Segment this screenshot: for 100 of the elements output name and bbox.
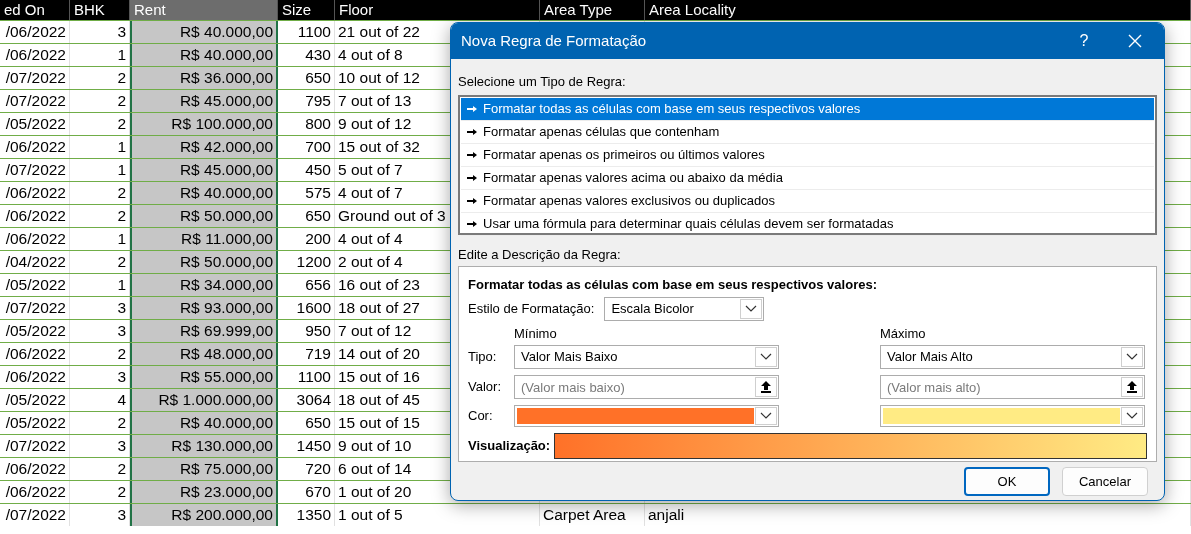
rule-type-item[interactable]: Formatar apenas valores acima ou abaixo da média (461, 167, 1154, 190)
value-input[interactable]: (Valor mais alto) (880, 375, 1145, 399)
chevron-down-icon (1126, 352, 1138, 361)
arrow-bullet-icon (467, 106, 477, 112)
type-dropdown[interactable]: Valor Mais Baixo (514, 344, 779, 369)
table-cell: 1350 (278, 504, 335, 526)
type-dropdown[interactable]: Valor Mais Alto (880, 344, 1145, 369)
table-cell: R$ 40.000,00 (130, 21, 278, 43)
table-cell: 430 (278, 44, 335, 66)
table-cell: R$ 130.000,00 (130, 435, 278, 457)
field-label: Tipo: (468, 347, 498, 366)
close-icon (1128, 34, 1142, 48)
table-cell: R$ 45.000,00 (130, 90, 278, 112)
arrow-bullet-icon (467, 198, 477, 204)
table-cell: R$ 36.000,00 (130, 67, 278, 89)
table-cell: R$ 100.000,00 (130, 113, 278, 135)
dialog-button[interactable]: OK (964, 467, 1050, 496)
table-cell: /05/2022 (0, 389, 70, 411)
arrow-bullet-icon (467, 129, 477, 135)
table-cell: /04/2022 (0, 251, 70, 273)
table-cell: 720 (278, 458, 335, 480)
table-cell: R$ 1.000.000,00 (130, 389, 278, 411)
table-cell: /05/2022 (0, 412, 70, 434)
table-cell: R$ 48.000,00 (130, 343, 278, 365)
table-cell: 1200 (278, 251, 335, 273)
table-cell: /06/2022 (0, 481, 70, 503)
table-cell: /07/2022 (0, 297, 70, 319)
chevron-down-icon (745, 304, 758, 313)
value-input[interactable]: (Valor mais baixo) (514, 375, 779, 399)
table-cell: R$ 40.000,00 (130, 182, 278, 204)
table-cell: /06/2022 (0, 366, 70, 388)
dialog-button[interactable]: Cancelar (1062, 467, 1148, 496)
table-cell: /06/2022 (0, 228, 70, 250)
table-cell: R$ 93.000,00 (130, 297, 278, 319)
table-cell: 650 (278, 67, 335, 89)
arrow-bullet-icon (467, 175, 477, 181)
column-heading: Máximo (880, 324, 927, 343)
table-cell: /07/2022 (0, 90, 70, 112)
table-cell: R$ 50.000,00 (130, 251, 278, 273)
upload-arrow-icon (761, 380, 771, 393)
table-cell: /05/2022 (0, 320, 70, 342)
column-header[interactable]: Rent (130, 0, 278, 20)
table-cell: 795 (278, 90, 335, 112)
table-cell: R$ 23.000,00 (130, 481, 278, 503)
table-cell: R$ 11.000,00 (130, 228, 278, 250)
table-cell: /05/2022 (0, 113, 70, 135)
table-cell: /07/2022 (0, 159, 70, 181)
table-cell: 700 (278, 136, 335, 158)
table-cell: R$ 40.000,00 (130, 412, 278, 434)
table-cell: R$ 55.000,00 (130, 366, 278, 388)
table-cell: /07/2022 (0, 435, 70, 457)
arrow-bullet-icon (467, 152, 477, 158)
rule-type-item[interactable]: Formatar apenas os primeiros ou últimos valores (461, 144, 1154, 167)
table-cell: 200 (278, 228, 335, 250)
table-cell: R$ 69.999,00 (130, 320, 278, 342)
table-cell: /06/2022 (0, 21, 70, 43)
table-cell: R$ 40.000,00 (130, 44, 278, 66)
table-cell: 1 out of 5 (335, 504, 540, 526)
table-cell: /05/2022 (0, 274, 70, 296)
arrow-bullet-icon (467, 221, 477, 227)
table-cell: 450 (278, 159, 335, 181)
range-select-button[interactable] (755, 376, 777, 397)
table-cell: R$ 42.000,00 (130, 136, 278, 158)
table-cell: 656 (278, 274, 335, 296)
table-cell: R$ 45.000,00 (130, 159, 278, 181)
chevron-down-icon (760, 411, 772, 420)
style-dropdown[interactable]: Escala Bicolor (604, 296, 765, 321)
table-cell: 1450 (278, 435, 335, 457)
table-cell: /06/2022 (0, 458, 70, 480)
table-cell: 575 (278, 182, 335, 204)
rule-type-item[interactable]: Formatar apenas células que contenham (461, 121, 1154, 144)
table-cell: 650 (278, 205, 335, 227)
chevron-down-icon (760, 352, 772, 361)
table-cell: 950 (278, 320, 335, 342)
table-cell: R$ 75.000,00 (130, 458, 278, 480)
table-cell: /06/2022 (0, 136, 70, 158)
table-cell: /06/2022 (0, 343, 70, 365)
table-cell: 670 (278, 481, 335, 503)
table-cell: 1100 (278, 366, 335, 388)
table-cell: 1600 (278, 297, 335, 319)
color-dropdown[interactable] (880, 404, 1145, 427)
table-cell: 800 (278, 113, 335, 135)
upload-arrow-icon (1127, 380, 1137, 393)
table-cell: 719 (278, 343, 335, 365)
chevron-down-icon (1126, 411, 1138, 420)
table-cell: /07/2022 (0, 67, 70, 89)
rule-type-item[interactable]: Usar uma fórmula para determinar quais células devem ser formatadas (461, 213, 1154, 236)
table-cell: R$ 200.000,00 (130, 504, 278, 526)
rule-type-item[interactable]: Formatar apenas valores exclusivos ou duplicados (461, 190, 1154, 213)
color-dropdown[interactable] (514, 404, 779, 427)
table-cell: /06/2022 (0, 182, 70, 204)
table-cell: /06/2022 (0, 205, 70, 227)
table-cell: anjali (645, 504, 1191, 526)
help-button[interactable]: ? (1062, 23, 1106, 60)
table-cell: /06/2022 (0, 44, 70, 66)
table-cell: 650 (278, 412, 335, 434)
range-select-button[interactable] (1121, 376, 1143, 397)
table-cell: Carpet Area (540, 504, 645, 526)
rule-type-item[interactable]: Formatar todas as células com base em seus respectivos valores (461, 98, 1154, 121)
table-cell: R$ 50.000,00 (130, 205, 278, 227)
